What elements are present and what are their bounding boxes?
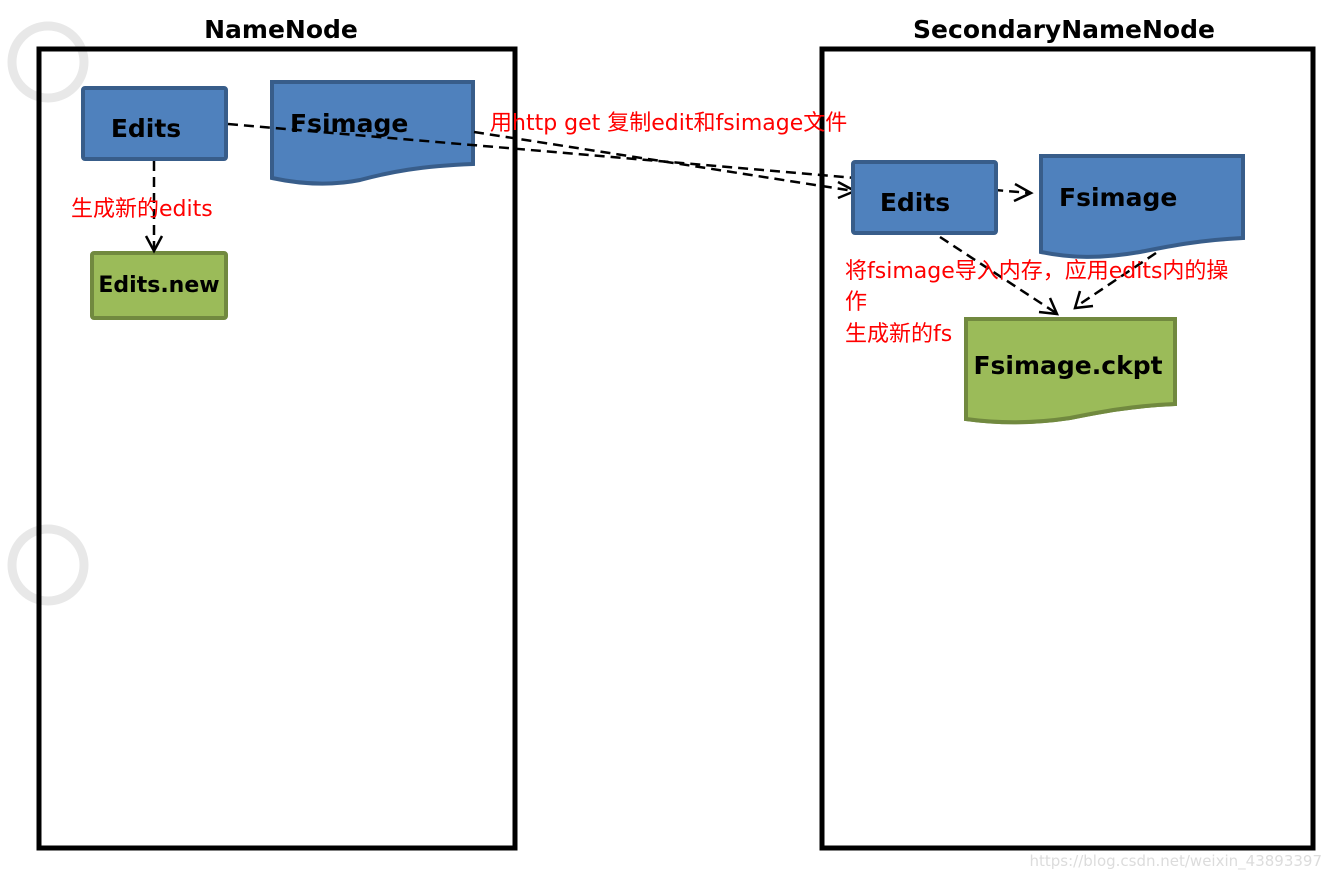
namenode-fsimage-node[interactable]: Fsimage (270, 80, 475, 186)
secondary-fsimage-node[interactable]: Fsimage (1039, 154, 1245, 259)
merge-annotation-line2: 作 (845, 290, 867, 315)
namenode-edits-new-node[interactable]: Edits.new (90, 251, 228, 320)
ckpt-overlay-label: Fsimage.ckpt (973, 351, 1162, 380)
namenode-edits-new-label: Edits.new (98, 273, 219, 298)
secondary-edits-label: Edits (880, 188, 950, 217)
watermark-url: https://blog.csdn.net/weixin_43893397 (1029, 852, 1322, 871)
hdfs-checkpoint-diagram: NameNode SecondaryNameNode Edits Fsimage… (7, 15, 1322, 871)
merge-annotation-line3: 生成新的fs (845, 322, 952, 347)
arrow-fsimage-copy (473, 130, 858, 200)
merge-annotation-line1: 将fsimage导入内存，应用edits内的操 (845, 259, 1228, 284)
watermark-logo-middle (7, 524, 89, 606)
secondarynamenode-title: SecondaryNameNode (913, 15, 1215, 44)
namenode-edits-label: Edits (111, 114, 181, 143)
generate-new-edits-annotation: 生成新的edits (71, 197, 213, 222)
secondary-edits-node[interactable]: Edits (851, 160, 998, 235)
http-get-copy-annotation: 用http get 复制edit和fsimage文件 (490, 111, 847, 136)
watermark-logo-top (7, 21, 89, 103)
namenode-edits-node[interactable]: Edits (81, 86, 228, 161)
secondary-fsimage-label: Fsimage (1059, 183, 1177, 212)
namenode-title: NameNode (204, 15, 358, 44)
